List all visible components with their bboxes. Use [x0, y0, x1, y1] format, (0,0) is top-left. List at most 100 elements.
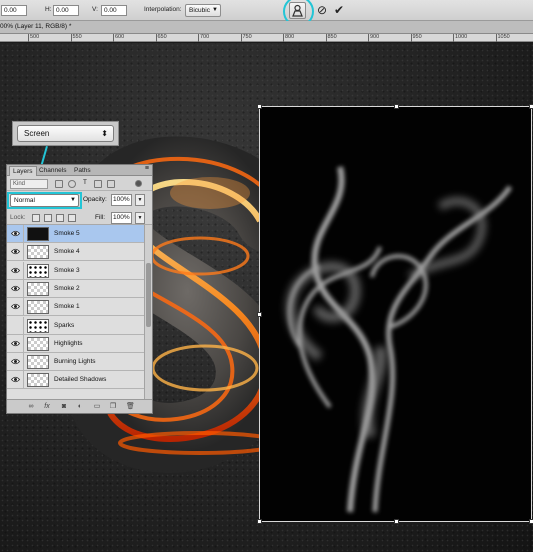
- layer-name: Detailed Shadows: [54, 376, 107, 384]
- layer-row[interactable]: Smoke 5: [7, 225, 144, 243]
- transform-handle-top-left[interactable]: [257, 104, 262, 109]
- layer-name: Smoke 4: [54, 248, 80, 256]
- visibility-toggle[interactable]: [7, 298, 24, 317]
- layer-list-scrollbar[interactable]: [144, 225, 152, 399]
- callout-blend-value: Screen: [24, 129, 50, 138]
- blend-opacity-row: Normal ▼ Opacity: 100% ▼: [7, 192, 152, 209]
- filter-pixel-icon[interactable]: [55, 180, 63, 188]
- ruler-tick-label: 800: [285, 34, 295, 40]
- blend-mode-callout-select[interactable]: Screen ⬍: [17, 125, 114, 142]
- layer-row[interactable]: Detailed Shadows: [7, 371, 144, 390]
- ruler-tick-label: 700: [200, 34, 210, 40]
- lock-pixels-icon[interactable]: [44, 214, 52, 222]
- ruler-tick-label: 1000: [455, 34, 468, 40]
- filter-shape-icon[interactable]: [94, 180, 102, 188]
- transform-handle-top[interactable]: [394, 104, 399, 109]
- visibility-toggle[interactable]: [7, 261, 24, 280]
- ruler-tick-label: 600: [115, 34, 125, 40]
- h-field[interactable]: 0.00: [53, 5, 79, 16]
- transform-handle-bottom[interactable]: [394, 519, 399, 524]
- layer-row[interactable]: Smoke 4: [7, 243, 144, 262]
- filter-kind-select[interactable]: Kind: [10, 179, 48, 189]
- ruler-tick-label: 550: [72, 34, 82, 40]
- lock-label: Lock:: [10, 214, 26, 221]
- eye-icon: [11, 358, 20, 365]
- eye-icon: [11, 267, 20, 273]
- v-field[interactable]: 0.00: [101, 5, 127, 16]
- ruler-tick-label: 1050: [497, 34, 510, 40]
- fill-dropdown-icon[interactable]: ▼: [135, 212, 145, 224]
- layer-thumbnail: [27, 336, 49, 351]
- visibility-toggle[interactable]: [7, 225, 24, 243]
- x-field[interactable]: 0.00: [1, 5, 27, 16]
- smoke-layer-transform-box[interactable]: [257, 104, 533, 524]
- eye-icon: [11, 304, 20, 310]
- layer-thumbnail: [27, 318, 49, 333]
- opacity-field[interactable]: 100%: [111, 194, 132, 206]
- new-layer-icon[interactable]: ❐: [109, 403, 117, 411]
- panel-tabs: Layers Channels Paths ≡: [7, 165, 152, 176]
- delete-layer-icon[interactable]: 🗑: [126, 403, 135, 411]
- blend-mode-highlight-box: [7, 192, 82, 209]
- layer-name: Sparks: [54, 321, 75, 329]
- layer-name: Smoke 1: [54, 303, 80, 311]
- layer-row[interactable]: Burning Lights: [7, 353, 144, 372]
- layer-row[interactable]: Smoke 2: [7, 279, 144, 298]
- layer-row[interactable]: Smoke 3: [7, 261, 144, 280]
- link-layers-icon[interactable]: ∞: [27, 403, 35, 411]
- ruler-tick-label: 850: [327, 34, 337, 40]
- layer-style-icon[interactable]: fx: [43, 403, 51, 411]
- document-tab[interactable]: 00% (Layer 11, RGB/8) *: [0, 21, 533, 34]
- layers-panel: Layers Channels Paths ≡ Kind T Normal ▼ …: [6, 164, 153, 414]
- eye-icon: [11, 230, 20, 237]
- opacity-label: Opacity:: [83, 196, 107, 203]
- interpolation-select[interactable]: Bicubic ▼: [185, 4, 221, 17]
- new-adjustment-icon[interactable]: ◐: [76, 403, 84, 411]
- tab-layers[interactable]: Layers: [9, 166, 37, 176]
- new-group-icon[interactable]: ▭: [93, 403, 101, 411]
- transform-handle-left[interactable]: [257, 312, 262, 317]
- layer-list: Smoke 5 Smoke 4 Smoke 3 Smoke 2 Smoke 1 Spark…: [7, 225, 144, 399]
- ruler-tick-label: 950: [412, 34, 422, 40]
- transform-handle-bottom-left[interactable]: [257, 519, 262, 524]
- layer-row[interactable]: Highlights: [7, 334, 144, 353]
- chevron-down-icon: ▼: [212, 7, 218, 13]
- tab-paths[interactable]: Paths: [71, 166, 94, 176]
- scrollbar-thumb[interactable]: [146, 263, 151, 327]
- lock-transparency-icon[interactable]: [32, 214, 40, 222]
- layer-thumbnail: [27, 373, 49, 388]
- h-label: H:: [45, 6, 52, 13]
- filter-type-icon[interactable]: T: [81, 180, 89, 188]
- visibility-toggle[interactable]: [7, 353, 24, 372]
- layer-name: Highlights: [54, 339, 83, 347]
- cancel-transform-icon[interactable]: ⊘: [315, 3, 329, 17]
- commit-transform-icon[interactable]: ✔: [332, 3, 346, 17]
- filter-smart-object-icon[interactable]: [107, 180, 115, 188]
- visibility-toggle[interactable]: [7, 279, 24, 298]
- blend-mode-callout: Screen ⬍: [12, 121, 119, 146]
- layer-thumbnail: [27, 300, 49, 315]
- fill-field[interactable]: 100%: [111, 212, 132, 224]
- visibility-toggle[interactable]: [7, 371, 24, 390]
- panel-menu-icon[interactable]: ≡: [145, 165, 149, 172]
- lock-position-icon[interactable]: [56, 214, 64, 222]
- layer-thumbnail: [27, 227, 49, 241]
- transform-handle-bottom-right[interactable]: [529, 519, 533, 524]
- smoke-image: [285, 166, 513, 513]
- fill-label: Fill:: [95, 214, 106, 221]
- opacity-dropdown-icon[interactable]: ▼: [135, 194, 145, 206]
- visibility-toggle[interactable]: [7, 243, 24, 262]
- visibility-toggle[interactable]: [7, 334, 24, 353]
- tab-channels[interactable]: Channels: [36, 166, 69, 176]
- visibility-toggle[interactable]: [7, 316, 24, 335]
- layer-filter-row: Kind T: [7, 177, 152, 191]
- lock-all-icon[interactable]: [68, 214, 76, 222]
- layer-row[interactable]: Sparks: [7, 316, 144, 335]
- add-mask-icon[interactable]: ◙: [60, 403, 68, 411]
- transform-handle-top-right[interactable]: [529, 104, 533, 109]
- layer-row[interactable]: Smoke 1: [7, 298, 144, 317]
- filter-adjustment-icon[interactable]: [68, 180, 76, 188]
- filter-toggle-icon[interactable]: [135, 180, 142, 187]
- layer-thumbnail: [27, 263, 49, 278]
- layer-thumbnail: [27, 355, 49, 370]
